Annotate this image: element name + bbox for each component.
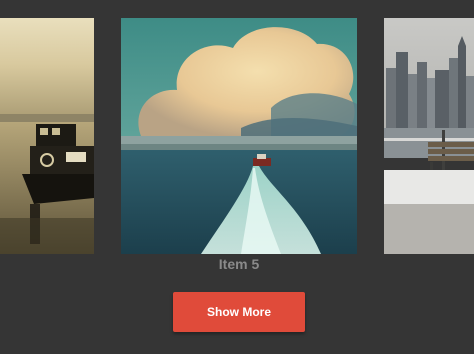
gallery-stage: Item 5 Show More: [0, 0, 474, 354]
active-item-caption: Item 5: [218, 256, 260, 272]
carousel-slide-active[interactable]: [121, 18, 357, 254]
show-more-button[interactable]: Show More: [173, 292, 305, 332]
ocean-wake-photo: [121, 18, 357, 254]
image-carousel: [0, 18, 474, 254]
tugboat-photo: [0, 18, 94, 254]
carousel-slide-next[interactable]: [384, 18, 474, 254]
city-skyline-photo: [384, 18, 474, 254]
carousel-slide-prev[interactable]: [0, 18, 94, 254]
